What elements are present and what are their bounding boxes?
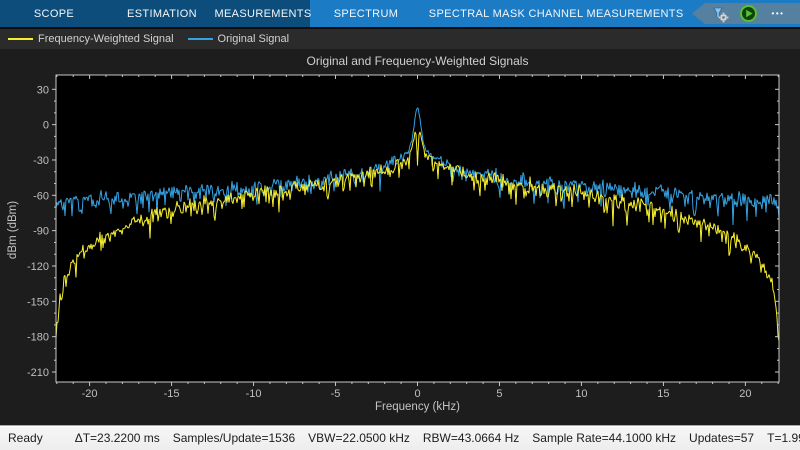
tab-estimation[interactable]: ESTIMATION [108, 0, 216, 27]
tab-channel-measurements[interactable]: CHANNEL MEASUREMENTS [532, 0, 680, 27]
svg-text:-90: -90 [33, 226, 49, 238]
toolstrip-tabbar: SCOPE ESTIMATION MEASUREMENTS SPECTRUM S… [0, 0, 800, 27]
svg-text:-120: -120 [27, 261, 49, 273]
status-vbw: VBW=22.0500 kHz [308, 431, 410, 445]
status-delta-t: ΔT=23.2200 ms [75, 431, 160, 445]
spectrum-settings-button[interactable] [709, 3, 731, 24]
svg-text:-15: -15 [164, 388, 180, 400]
status-samples-per-update: Samples/Update=1536 [173, 431, 295, 445]
play-icon [739, 4, 758, 23]
tab-list: SCOPE ESTIMATION MEASUREMENTS SPECTRUM S… [0, 0, 680, 27]
run-button[interactable] [737, 3, 759, 24]
svg-text:0: 0 [43, 120, 49, 132]
legend-bar: Frequency-Weighted Signal Original Signa… [0, 27, 800, 49]
status-time: T=1.9969 [767, 431, 800, 445]
svg-text:10: 10 [575, 388, 587, 400]
svg-text:-10: -10 [246, 388, 262, 400]
legend-line-blue [188, 38, 213, 40]
svg-text:-180: -180 [27, 332, 49, 344]
plot-area[interactable]: -20 -15 -10 -5 0 5 10 15 20 30 0 -30 -60 -90 -120 -150 -… [0, 49, 800, 425]
svg-text:-60: -60 [33, 190, 49, 202]
tab-measurements[interactable]: MEASUREMENTS [216, 0, 310, 27]
tab-spectrum[interactable]: SPECTRUM [310, 0, 422, 27]
svg-text:-5: -5 [331, 388, 341, 400]
spectrum-analyzer-window: SCOPE ESTIMATION MEASUREMENTS SPECTRUM S… [0, 0, 800, 450]
legend-entry-original[interactable]: Original Signal [188, 33, 290, 45]
status-sample-rate: Sample Rate=44.1000 kHz [532, 431, 676, 445]
legend-label: Original Signal [218, 33, 290, 45]
tab-scope[interactable]: SCOPE [0, 0, 108, 27]
svg-text:15: 15 [657, 388, 669, 400]
tab-spectral-mask[interactable]: SPECTRAL MASK [422, 0, 532, 27]
figure-area: Original and Frequency-Weighted Signals … [0, 49, 800, 425]
svg-text:-150: -150 [27, 296, 49, 308]
settings-gear-icon [711, 5, 729, 23]
legend-line-yellow [8, 38, 33, 40]
axes-background [56, 75, 779, 382]
quick-access-banner: ••• [685, 0, 800, 27]
status-rbw: RBW=43.0664 Hz [423, 431, 519, 445]
status-updates: Updates=57 [689, 431, 754, 445]
status-state: Ready [8, 431, 43, 445]
svg-text:20: 20 [739, 388, 751, 400]
legend-label: Frequency-Weighted Signal [38, 33, 174, 45]
status-bar: Ready ΔT=23.2200 ms Samples/Update=1536 … [0, 425, 800, 450]
svg-text:5: 5 [496, 388, 502, 400]
more-options-button[interactable]: ••• [767, 3, 789, 24]
svg-text:-20: -20 [82, 388, 98, 400]
svg-text:-210: -210 [27, 367, 49, 379]
svg-text:-30: -30 [33, 155, 49, 167]
legend-entry-frequency-weighted[interactable]: Frequency-Weighted Signal [8, 33, 174, 45]
svg-text:30: 30 [37, 84, 49, 96]
svg-text:0: 0 [414, 388, 420, 400]
